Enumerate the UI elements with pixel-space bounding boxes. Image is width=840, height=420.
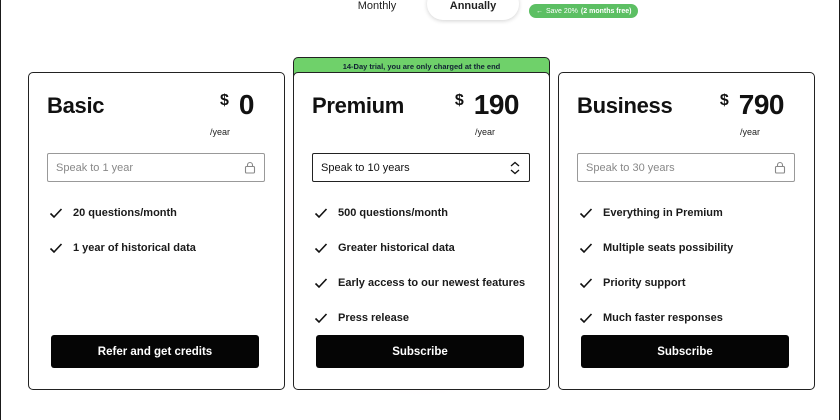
plan-name: Premium [312, 93, 405, 118]
feature-label: 500 questions/month [338, 206, 449, 219]
plan-name: Business [577, 93, 673, 118]
check-icon [314, 277, 328, 288]
feature-item: Multiple seats possibility [579, 230, 733, 265]
duration-select-locked: Speak to 1 year [47, 153, 265, 182]
price-period: /year [209, 127, 230, 137]
feature-list: 20 questions/month 1 year of historical … [49, 195, 196, 265]
check-icon [579, 277, 593, 288]
billing-toggle: Monthly Annually ← Save 20% (2 months fr… [327, 0, 639, 20]
plan-price: $ 0 [220, 89, 254, 121]
pricing-page: Monthly Annually ← Save 20% (2 months fr… [0, 0, 840, 420]
feature-item: 20 questions/month [49, 195, 196, 230]
check-icon [49, 242, 63, 253]
feature-item: Much faster responses [579, 300, 733, 335]
price-period: /year [474, 127, 495, 137]
feature-item: Early access to our newest features [314, 265, 525, 300]
plan-card-basic: Basic $ 0 /year Speak to 1 year 20 quest… [28, 72, 285, 390]
refer-credits-button[interactable]: Refer and get credits [51, 335, 259, 368]
save-badge: ← Save 20% (2 months free) [529, 4, 639, 18]
feature-item: Everything in Premium [579, 195, 733, 230]
price-currency: $ [220, 92, 229, 109]
check-icon [314, 207, 328, 218]
feature-list: 500 questions/month Greater historical d… [314, 195, 525, 335]
duration-select-value: Speak to 10 years [321, 161, 410, 174]
plan-name: Basic [47, 93, 105, 118]
feature-item: Greater historical data [314, 230, 525, 265]
lock-icon [244, 161, 256, 174]
feature-label: Early access to our newest features [338, 276, 526, 289]
lock-icon [774, 161, 786, 174]
feature-label: 20 questions/month [73, 206, 177, 219]
feature-label: Multiple seats possibility [603, 241, 734, 254]
price-currency: $ [454, 92, 464, 109]
duration-select-value: Speak to 30 years [586, 161, 675, 174]
chevron-up-down-icon [510, 161, 520, 174]
check-icon [314, 242, 328, 253]
check-icon [314, 312, 328, 323]
feature-label: Much faster responses [603, 311, 723, 324]
plan-price: $ 190 [454, 89, 520, 121]
check-icon [579, 312, 593, 323]
feature-item: Priority support [579, 265, 733, 300]
feature-label: 1 year of historical data [73, 241, 196, 254]
check-icon [49, 207, 63, 218]
feature-label: Press release [338, 311, 409, 324]
subscribe-premium-button[interactable]: Subscribe [316, 335, 524, 368]
duration-select-locked: Speak to 30 years [577, 153, 795, 182]
plan-card-premium: Premium $ 190 /year Speak to 10 years 50… [293, 72, 550, 390]
subscribe-business-button[interactable]: Subscribe [581, 335, 789, 368]
feature-item: 500 questions/month [314, 195, 525, 230]
price-amount: 0 [238, 89, 255, 120]
feature-label: Greater historical data [338, 241, 455, 254]
check-icon [579, 242, 593, 253]
duration-select[interactable]: Speak to 10 years [312, 153, 530, 182]
duration-select-value: Speak to 1 year [56, 161, 134, 174]
save-badge-suffix: (2 months free) [580, 7, 632, 15]
billing-annual-option[interactable]: Annually [427, 0, 519, 20]
feature-item: 1 year of historical data [49, 230, 196, 265]
feature-label: Everything in Premium [603, 206, 723, 219]
check-icon [579, 207, 593, 218]
plan-card-business: Business $ 790 /year Speak to 30 years E… [558, 72, 815, 390]
feature-list: Everything in Premium Multiple seats pos… [579, 195, 733, 335]
price-amount: 190 [473, 89, 520, 120]
save-badge-prefix: Save 20% [546, 7, 578, 15]
price-period: /year [739, 127, 760, 137]
arrow-left-icon: ← [536, 7, 543, 15]
plan-price: $ 790 [719, 89, 785, 121]
billing-monthly-option[interactable]: Monthly [327, 0, 427, 20]
feature-item: Press release [314, 300, 525, 335]
price-amount: 790 [738, 89, 785, 120]
feature-label: Priority support [603, 276, 686, 289]
price-currency: $ [719, 92, 729, 109]
